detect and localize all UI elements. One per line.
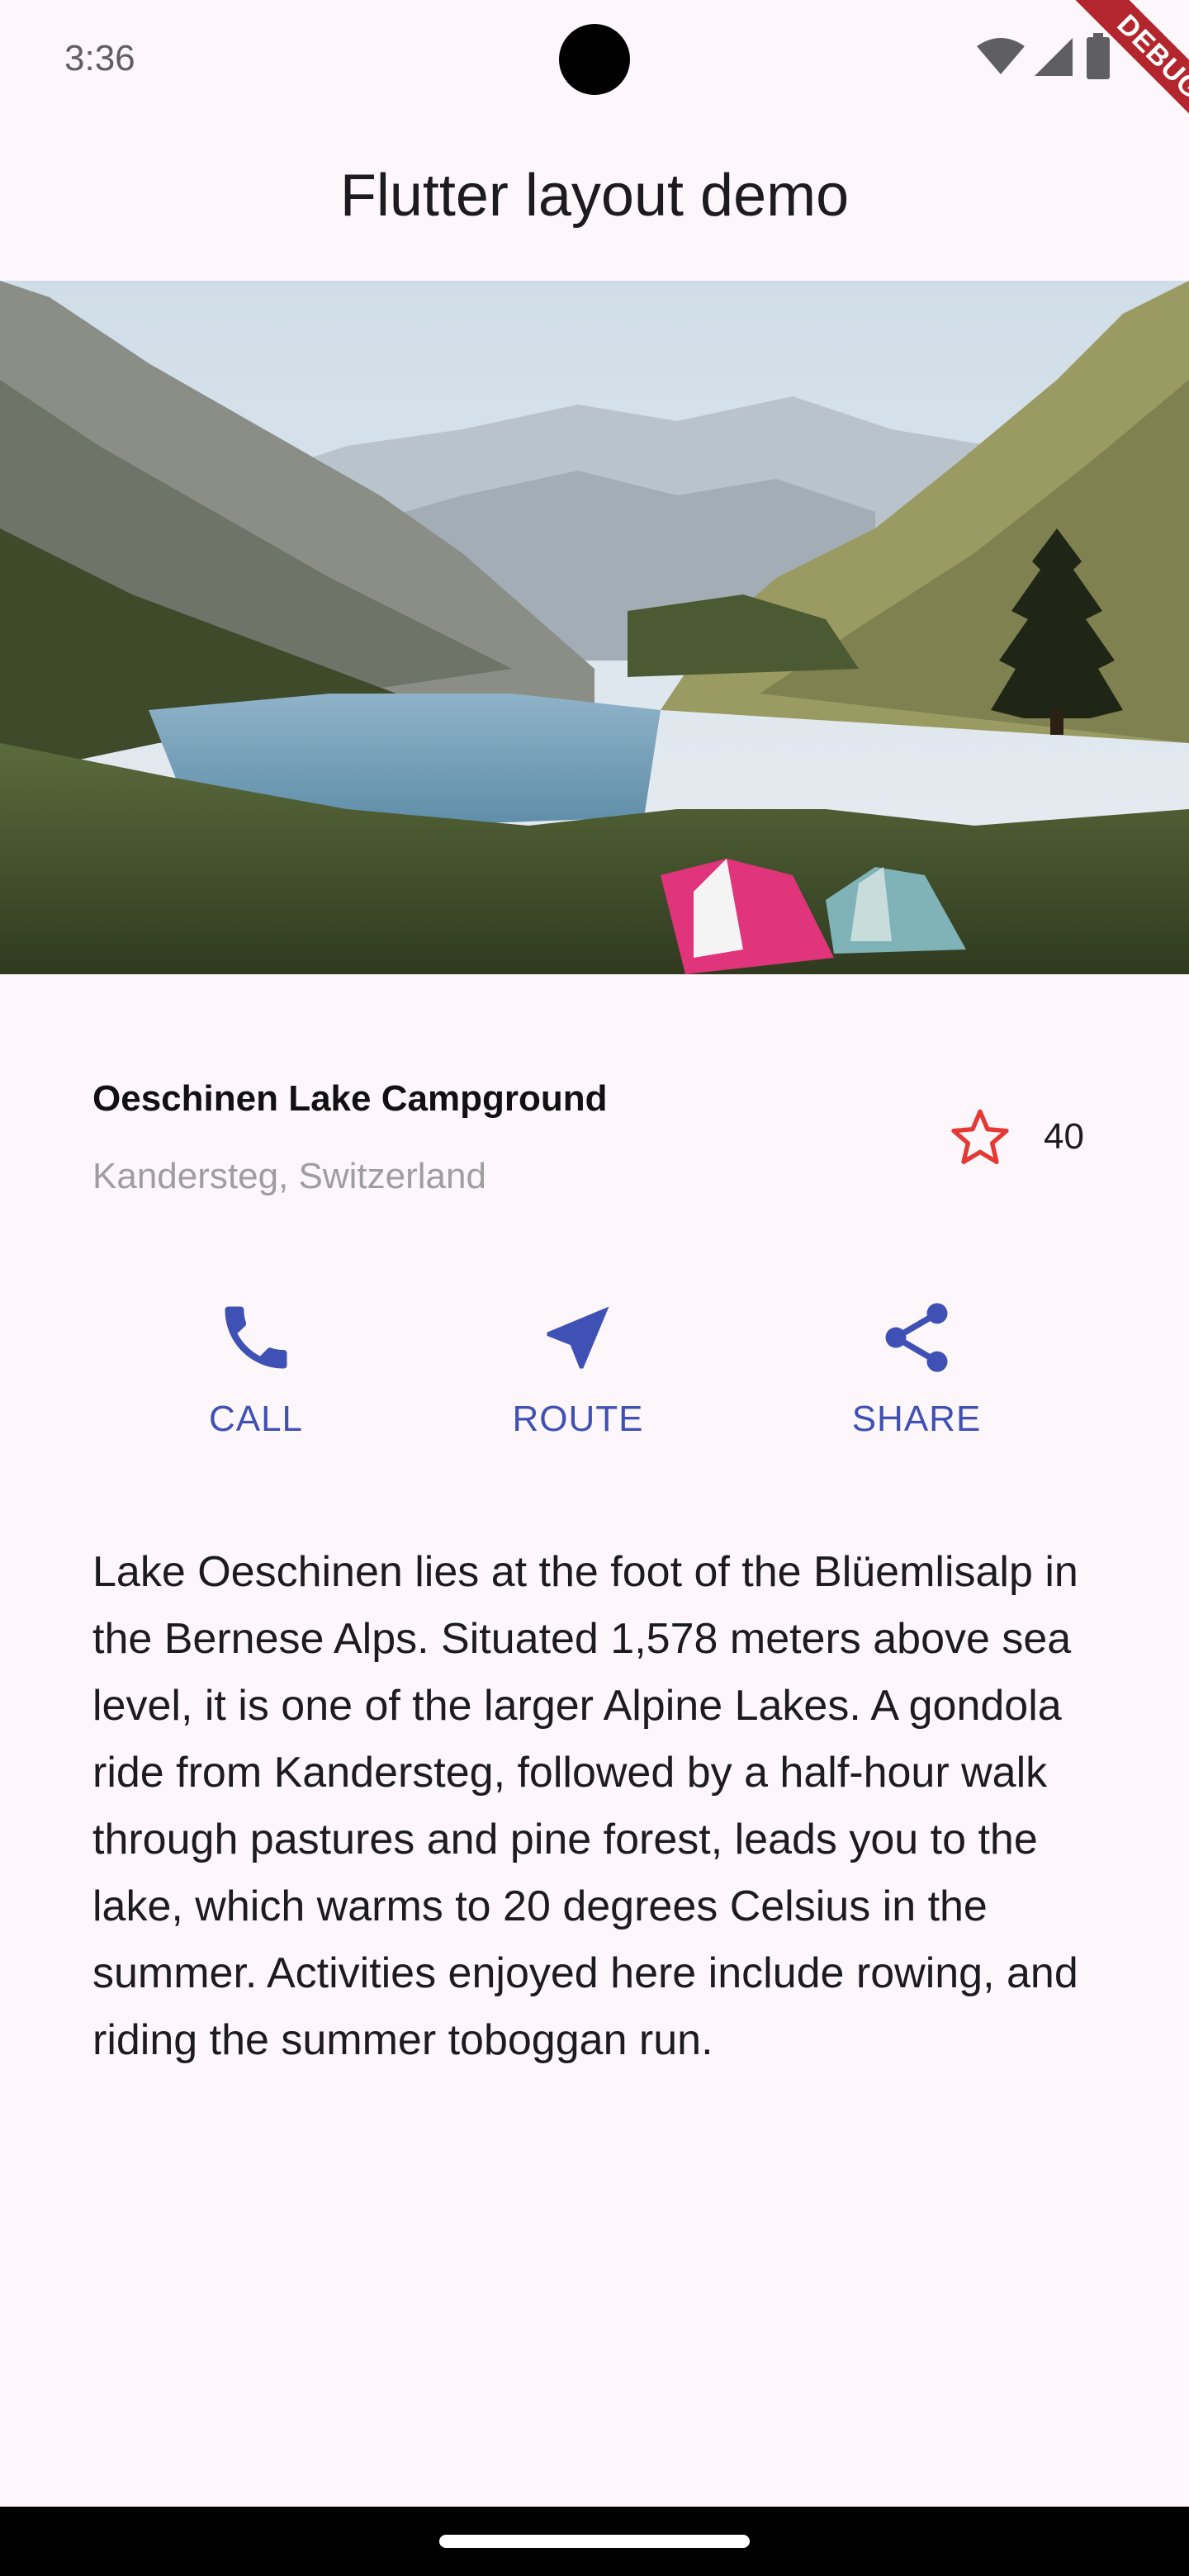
app-bar-title: Flutter layout demo <box>339 163 850 229</box>
hero-image <box>0 281 1189 974</box>
button-section: CALL ROUTE SHARE <box>0 1280 1189 1470</box>
title-section: Oeschinen Lake Campground Kandersteg, Sw… <box>92 1070 1097 1219</box>
place-name: Oeschinen Lake Campground <box>92 1078 608 1119</box>
status-time: 3:36 <box>64 38 135 78</box>
camera-cutout <box>559 24 630 95</box>
call-label: CALL <box>208 1399 304 1439</box>
home-indicator[interactable] <box>439 2535 750 2548</box>
app-bar: Flutter layout demo <box>0 119 1189 281</box>
star-outline-icon[interactable] <box>947 1105 1013 1171</box>
call-button[interactable]: CALL <box>132 1280 380 1461</box>
route-label: ROUTE <box>512 1399 644 1439</box>
description-text: Lake Oeschinen lies at the foot of the B… <box>92 1548 1078 2064</box>
route-button[interactable]: ROUTE <box>454 1280 702 1461</box>
share-icon <box>885 1303 948 1372</box>
share-label: SHARE <box>851 1399 982 1439</box>
lake-landscape-image <box>0 281 1189 974</box>
share-button[interactable]: SHARE <box>793 1280 1040 1461</box>
favorite-count: 40 <box>1044 1116 1084 1157</box>
navigation-icon <box>547 1306 609 1369</box>
place-location: Kandersteg, Switzerland <box>92 1156 486 1196</box>
phone-icon <box>225 1306 287 1369</box>
system-navigation-bar <box>0 2507 1189 2576</box>
